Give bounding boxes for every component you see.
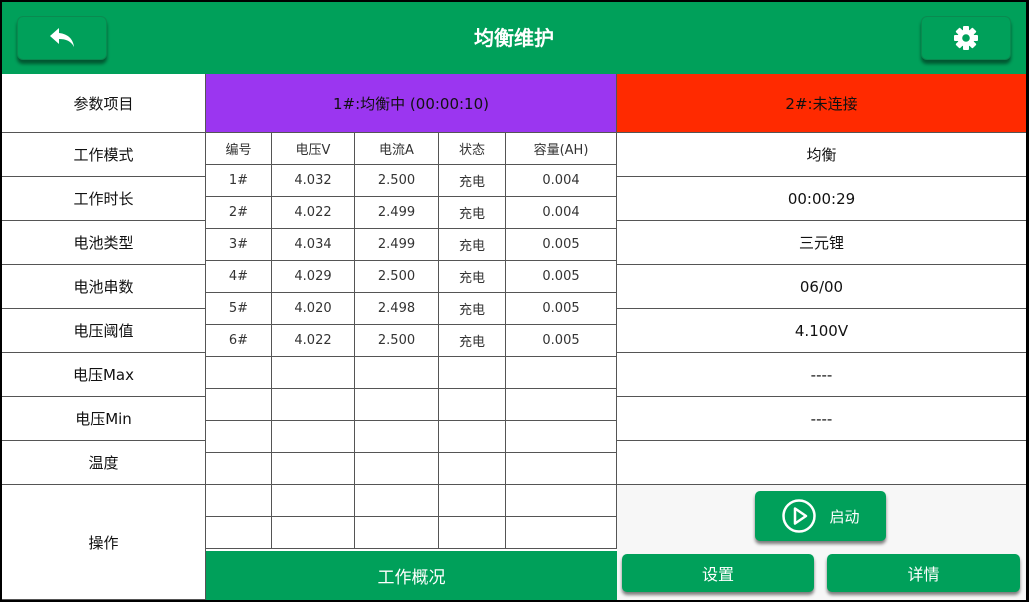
table-cell-empty — [272, 453, 355, 485]
table-cell: 0.005 — [506, 293, 617, 325]
page-title: 均衡维护 — [474, 26, 554, 50]
param-label: 操作 — [2, 485, 206, 600]
table-cell-empty — [206, 453, 272, 485]
header-bar: 均衡维护 — [2, 2, 1026, 74]
table-cell: 4.029 — [272, 261, 355, 293]
table-cell-empty — [355, 485, 439, 517]
table-cell: 1# — [206, 165, 272, 197]
table-cell-empty — [355, 357, 439, 389]
table-column-header: 编号 — [206, 133, 272, 165]
table-cell-empty — [272, 357, 355, 389]
table-cell-empty — [355, 389, 439, 421]
table-cell-empty — [206, 517, 272, 549]
param-label: 工作模式 — [2, 133, 206, 177]
table-cell: 6# — [206, 325, 272, 357]
table-cell-empty — [439, 517, 506, 549]
table-cell: 充电 — [439, 229, 506, 261]
table-cell: 2.500 — [355, 261, 439, 293]
table-cell: 2.500 — [355, 165, 439, 197]
table-cell: 充电 — [439, 261, 506, 293]
gear-icon — [954, 26, 978, 50]
app-frame: 均衡维护 1#:均衡中 (00:00:10) 2#:未连接 参数项目 工作模式 … — [2, 2, 1026, 600]
channel-2-value: 00:00:29 — [617, 177, 1026, 221]
table-cell: 3# — [206, 229, 272, 261]
param-label: 电池类型 — [2, 221, 206, 265]
table-cell-empty — [506, 389, 617, 421]
channel-2-value: ---- — [617, 353, 1026, 397]
table-column-header: 电压V — [272, 133, 355, 165]
settings-button[interactable] — [921, 16, 1011, 60]
table-cell-empty — [355, 453, 439, 485]
table-cell-empty — [439, 357, 506, 389]
details-button[interactable]: 详情 — [827, 554, 1020, 592]
table-cell-empty — [272, 485, 355, 517]
table-cell-empty — [439, 389, 506, 421]
param-label: 电压阈值 — [2, 309, 206, 353]
table-cell: 0.005 — [506, 261, 617, 293]
table-cell: 0.004 — [506, 197, 617, 229]
table-column-header: 状态 — [439, 133, 506, 165]
table-cell-empty — [506, 485, 617, 517]
table-cell-empty — [439, 421, 506, 453]
channel-2-value: ---- — [617, 397, 1026, 441]
table-cell-empty — [506, 453, 617, 485]
table-cell: 4# — [206, 261, 272, 293]
table-cell: 2.499 — [355, 197, 439, 229]
table-cell: 2.499 — [355, 229, 439, 261]
param-label: 电压Min — [2, 397, 206, 441]
table-cell-empty — [439, 453, 506, 485]
channel-2-value — [617, 441, 1026, 485]
table-cell-empty — [206, 485, 272, 517]
param-label: 电池串数 — [2, 265, 206, 309]
start-button-label: 启动 — [829, 507, 860, 526]
overview-button[interactable]: 工作概况 — [206, 551, 617, 600]
table-cell-empty — [206, 357, 272, 389]
play-circle-icon — [782, 499, 817, 533]
table-cell: 2.500 — [355, 325, 439, 357]
channel-2-value: 06/00 — [617, 265, 1026, 309]
table-cell: 2.498 — [355, 293, 439, 325]
table-cell: 充电 — [439, 197, 506, 229]
table-cell-empty — [506, 517, 617, 549]
table-cell-empty — [272, 421, 355, 453]
param-header: 参数项目 — [2, 74, 206, 133]
table-column-header: 电流A — [355, 133, 439, 165]
table-cell: 5# — [206, 293, 272, 325]
table-cell: 充电 — [439, 165, 506, 197]
settings-tab-button[interactable]: 设置 — [622, 554, 814, 592]
param-label: 电压Max — [2, 353, 206, 397]
channel-2-status: 2#:未连接 — [617, 74, 1026, 133]
start-button[interactable]: 启动 — [755, 491, 886, 541]
table-cell-empty — [355, 421, 439, 453]
channel-2-value: 4.100V — [617, 309, 1026, 353]
table-cell: 4.034 — [272, 229, 355, 261]
param-label: 温度 — [2, 441, 206, 485]
table-cell-empty — [272, 517, 355, 549]
table-cell-empty — [439, 485, 506, 517]
table-cell-empty — [206, 421, 272, 453]
table-cell-empty — [506, 421, 617, 453]
table-cell: 4.022 — [272, 197, 355, 229]
table-cell: 2# — [206, 197, 272, 229]
table-cell: 充电 — [439, 293, 506, 325]
table-cell-empty — [206, 389, 272, 421]
table-cell: 0.005 — [506, 229, 617, 261]
table-cell: 4.032 — [272, 165, 355, 197]
param-label: 工作时长 — [2, 177, 206, 221]
channel-2-value: 三元锂 — [617, 221, 1026, 265]
table-cell: 0.005 — [506, 325, 617, 357]
table-cell-empty — [272, 389, 355, 421]
table-cell: 充电 — [439, 325, 506, 357]
table-column-header: 容量(AH) — [506, 133, 617, 165]
table-cell: 4.022 — [272, 325, 355, 357]
table-cell: 4.020 — [272, 293, 355, 325]
table-cell-empty — [355, 517, 439, 549]
channel-1-status: 1#:均衡中 (00:00:10) — [206, 74, 617, 133]
table-cell-empty — [506, 357, 617, 389]
table-cell: 0.004 — [506, 165, 617, 197]
channel-2-value: 均衡 — [617, 133, 1026, 177]
